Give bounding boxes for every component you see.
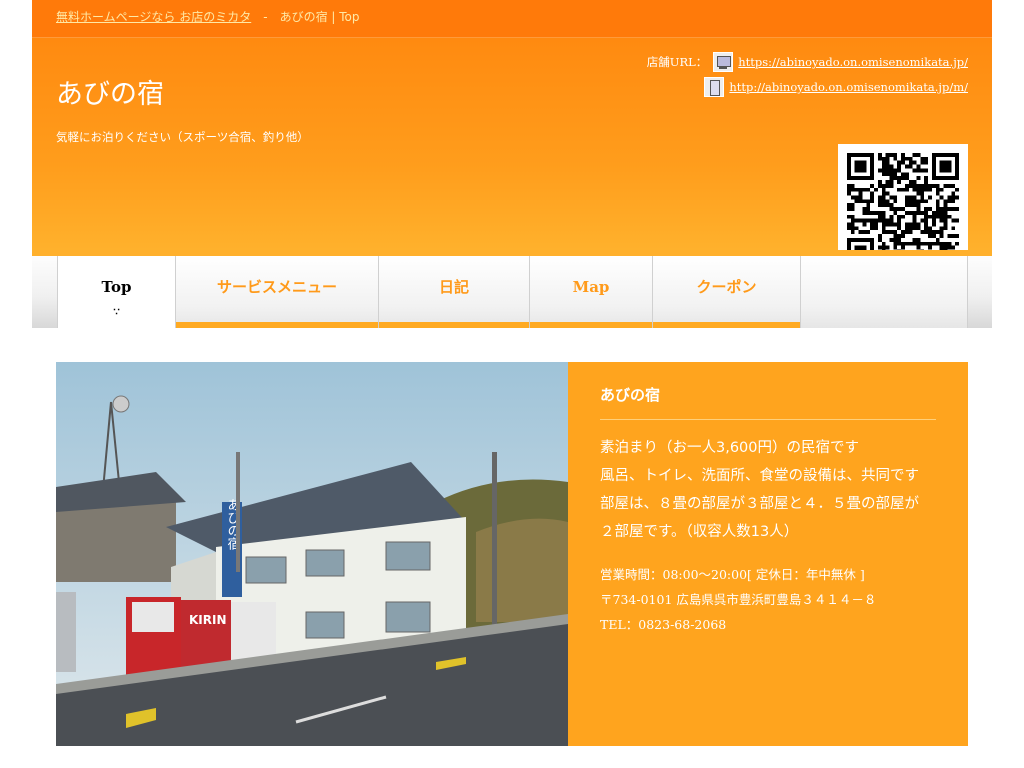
home-link[interactable]: 無料ホームページなら お店のミカタ bbox=[56, 10, 251, 24]
active-marker: ∵ bbox=[113, 307, 120, 318]
nav-tab-label: Top bbox=[101, 278, 132, 296]
nav-tab-map[interactable]: Map bbox=[529, 256, 652, 328]
address: 〒734-0101 広島県呉市豊浜町豊島３４１４－８ bbox=[600, 592, 877, 607]
mobile-url-link[interactable]: http://abinoyado.on.omisenomikata.jp/m/ bbox=[729, 80, 968, 94]
breadcrumb-current: あびの宿 | Top bbox=[279, 10, 360, 24]
nav-tab-label: サービスメニュー bbox=[216, 278, 337, 296]
breadcrumb-separator: - bbox=[263, 10, 268, 24]
nav-tab-service-menu[interactable]: サービスメニュー bbox=[175, 256, 378, 328]
nav-tab-coupon[interactable]: クーポン bbox=[652, 256, 800, 328]
pc-url-link[interactable]: https://abinoyado.on.omisenomikata.jp/ bbox=[738, 55, 968, 69]
qr-code-image bbox=[847, 153, 959, 265]
nav-tab-label: 日記 bbox=[438, 278, 469, 296]
site-title[interactable]: あびの宿 bbox=[56, 72, 164, 111]
mobile-phone-icon bbox=[704, 77, 725, 97]
main-nav: Top ∵ サービスメニュー 日記 Map クーポン bbox=[32, 250, 992, 328]
vending-brand: KIRIN bbox=[189, 613, 227, 627]
pc-icon bbox=[713, 52, 734, 72]
inn-meta: 営業時間：08:00～20:00[ 定休日：年中無休 ] 〒734-0101 広… bbox=[600, 562, 936, 637]
inn-photo: あびの宿 KIRIN bbox=[56, 362, 568, 746]
inn-name: あびの宿 bbox=[600, 384, 936, 420]
site-tagline: 気軽にお泊りください（スポーツ合宿、釣り他） bbox=[56, 130, 309, 144]
main-content: あびの宿 KIRIN あびの宿 素泊まり（お一人3,600円）の民宿です 風呂、… bbox=[56, 362, 968, 746]
inn-building-photo: あびの宿 KIRIN bbox=[56, 362, 568, 746]
description-line: 風呂、トイレ、洗面所、食堂の設備は、共同です bbox=[600, 468, 919, 484]
inn-description: 素泊まり（お一人3,600円）の民宿です 風呂、トイレ、洗面所、食堂の設備は、共… bbox=[600, 434, 936, 546]
business-hours: 営業時間：08:00～20:00[ 定休日：年中無休 ] bbox=[600, 567, 865, 582]
nav-tab-label: クーポン bbox=[696, 278, 757, 296]
description-line: 素泊まり（お一人3,600円）の民宿です bbox=[600, 440, 860, 456]
nav-tab-top[interactable]: Top ∵ bbox=[57, 256, 175, 328]
inn-info-panel: あびの宿 素泊まり（お一人3,600円）の民宿です 風呂、トイレ、洗面所、食堂の… bbox=[568, 362, 968, 746]
breadcrumb: 無料ホームページなら お店のミカタ - あびの宿 | Top bbox=[32, 0, 992, 38]
nav-tab-diary[interactable]: 日記 bbox=[378, 256, 529, 328]
store-url-label: 店舗URL： bbox=[646, 55, 708, 69]
description-line: ２部屋です。（収容人数13人） bbox=[600, 524, 799, 540]
site-header: あびの宿 気軽にお泊りください（スポーツ合宿、釣り他） 店舗URL： https… bbox=[32, 38, 992, 274]
store-url-block: 店舗URL： https://abinoyado.on.omisenomikat… bbox=[647, 50, 968, 100]
description-line: 部屋は、８畳の部屋が３部屋と４．５畳の部屋が bbox=[600, 496, 919, 512]
nav-tab-label: Map bbox=[572, 278, 610, 296]
nav-tab-empty bbox=[800, 256, 968, 328]
telephone: TEL：0823-68-2068 bbox=[600, 617, 727, 632]
